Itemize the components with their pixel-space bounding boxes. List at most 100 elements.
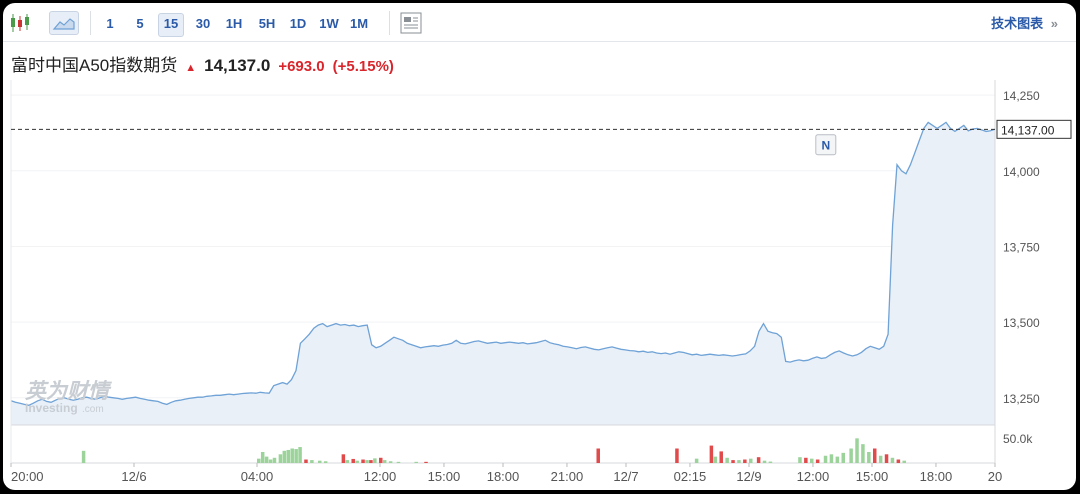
volume-bar — [361, 459, 365, 463]
price-chart[interactable]: 14,137.00 13,250 13,500 13,750 14,000 14,250 5… — [3, 80, 1076, 490]
interval-button-15[interactable]: 15 — [158, 13, 184, 37]
volume-bar — [341, 454, 346, 463]
watermark-domain: .com — [82, 404, 104, 415]
interval-button-30[interactable]: 30 — [189, 13, 217, 35]
volume-bar — [867, 451, 871, 463]
volume-bar — [323, 461, 328, 463]
volume-bar — [382, 460, 387, 463]
volume-bar — [861, 444, 865, 463]
volume-bar — [260, 451, 265, 463]
volume-bar — [743, 459, 747, 463]
watermark-cn: 英为财情 — [25, 379, 112, 403]
instrument-header: 富时中国A50指数期货 ▲ 14,137.0 +693.0 (+5.15%) — [11, 51, 394, 77]
x-tick-label: 18:00 — [487, 469, 520, 484]
volume-bar — [768, 461, 773, 463]
volume-bar — [841, 452, 845, 463]
y-tick-label: 13,250 — [1003, 392, 1040, 406]
interval-button-1h[interactable]: 1H — [221, 13, 247, 35]
candlestick-icon[interactable] — [9, 11, 31, 35]
volume-bar — [725, 457, 729, 463]
interval-button-5[interactable]: 5 — [129, 13, 151, 35]
chart-widget: 1 5 15 30 1H 5H 1D 1W 1M 技术图表 » 富时中国A50指数期货 ▲ 14… — [3, 3, 1076, 490]
x-tick-label: 15:00 — [856, 469, 889, 484]
volume-bar — [365, 460, 369, 463]
volume-bar — [351, 458, 355, 463]
volume-bar — [804, 457, 808, 463]
volume-bar — [345, 460, 350, 463]
volume-bar — [294, 449, 298, 463]
volume-bar — [713, 456, 718, 463]
volume-bar — [694, 458, 699, 463]
volume-bar — [379, 457, 383, 463]
volume-bar — [272, 457, 277, 463]
volume-bar — [815, 459, 820, 463]
x-tick-label: 15:00 — [428, 469, 461, 484]
price-change: +693.0 — [278, 58, 325, 75]
volume-bar — [902, 460, 907, 463]
volume-bar — [388, 461, 393, 463]
interval-button-1m[interactable]: 1M — [345, 13, 373, 35]
x-tick-label: 12/9 — [736, 469, 761, 484]
volume-bar — [396, 461, 401, 463]
volume-bar — [823, 455, 828, 463]
news-marker-label: N — [821, 139, 830, 153]
volume-bar — [855, 438, 859, 463]
volume-bar — [373, 458, 377, 463]
volume-bar — [731, 460, 735, 463]
x-tick-label: 12:00 — [797, 469, 830, 484]
volume-bar — [835, 456, 840, 463]
volume-bar — [896, 459, 901, 463]
volume-bar — [282, 450, 287, 463]
x-tick-label: 12:00 — [364, 469, 397, 484]
volume-bar — [304, 459, 308, 463]
volume-bar — [268, 459, 273, 463]
interval-button-1[interactable]: 1 — [99, 13, 121, 35]
price-change-pct: (+5.15%) — [332, 58, 394, 75]
volume-bar — [798, 457, 802, 463]
x-tick-label: 12/6 — [121, 469, 146, 484]
volume-bar — [849, 448, 853, 463]
x-tick-label: 12/7 — [613, 469, 638, 484]
volume-bar — [369, 460, 373, 463]
interval-button-5h[interactable]: 5H — [253, 13, 281, 35]
volume-bar — [596, 448, 600, 463]
volume-bar — [424, 461, 428, 463]
interval-button-1d[interactable]: 1D — [285, 13, 311, 35]
toolbar-divider — [90, 11, 91, 35]
x-tick-label: 18:00 — [920, 469, 953, 484]
volume-bar — [414, 461, 418, 463]
volume-bar — [278, 454, 283, 463]
volume-bar — [878, 455, 883, 463]
volume-bar — [872, 448, 877, 463]
x-tick-label: 02:15 — [674, 469, 707, 484]
volume-bar — [318, 460, 322, 463]
x-tick-label: 04:00 — [241, 469, 274, 484]
last-price-tag-label: 14,137.00 — [1001, 123, 1055, 137]
volume-bar — [709, 445, 714, 463]
watermark-en: Investing — [25, 401, 78, 415]
double-chevron-right-icon: » — [1050, 16, 1058, 31]
volume-bar — [884, 454, 889, 463]
price-area — [11, 122, 995, 426]
volume-bar — [290, 448, 294, 463]
y-tick-label: 13,500 — [1003, 316, 1040, 330]
interval-button-1w[interactable]: 1W — [314, 13, 344, 35]
y-tick-label: 13,750 — [1003, 240, 1040, 254]
volume-bar — [675, 448, 679, 463]
news-icon[interactable] — [400, 11, 422, 35]
instrument-name: 富时中国A50指数期货 — [11, 56, 178, 75]
volume-bar — [310, 460, 314, 463]
volume-bar — [829, 454, 834, 463]
volume-axis-label: 50.0k — [1003, 432, 1033, 446]
tech-chart-link[interactable]: 技术图表 » — [991, 13, 1058, 32]
last-price: 14,137.0 — [204, 56, 271, 75]
volume-bar — [286, 449, 291, 463]
x-tick-label: 20 — [988, 469, 1002, 484]
area-chart-icon[interactable] — [49, 11, 79, 35]
volume-bar — [264, 456, 269, 463]
x-tick-label: 20:00 — [11, 469, 44, 484]
toolbar-divider — [389, 11, 390, 35]
volume-bar — [810, 458, 814, 463]
tech-chart-label: 技术图表 — [991, 16, 1044, 31]
volume-bar — [81, 450, 86, 463]
